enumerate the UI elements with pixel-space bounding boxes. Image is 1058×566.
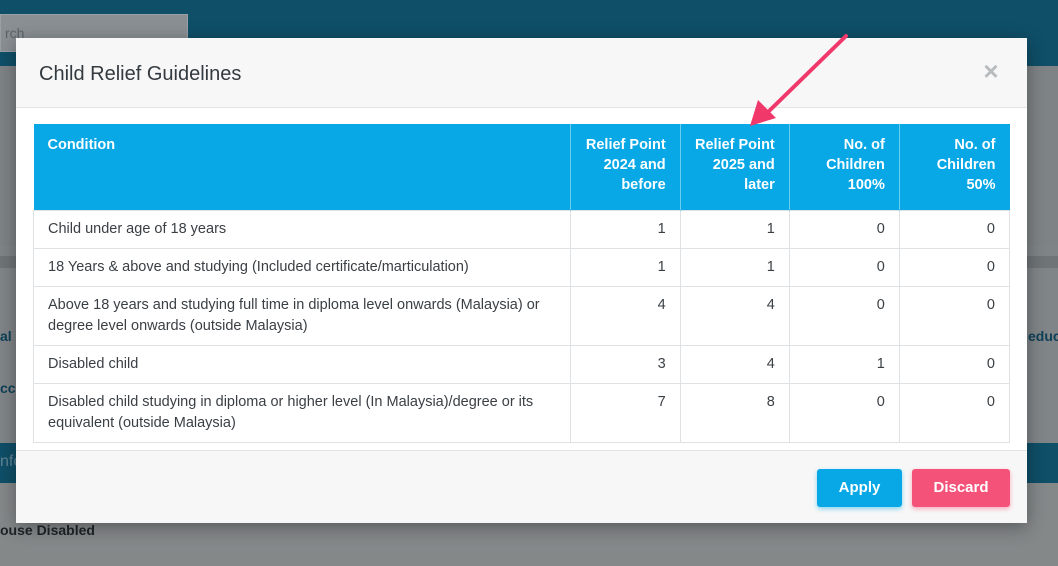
table-header-row: Condition Relief Point 2024 and before R… [33, 124, 1010, 210]
column-header-condition: Condition [33, 124, 571, 210]
cell-relief-2024: 7 [569, 382, 681, 443]
apply-button[interactable]: Apply [817, 469, 902, 507]
modal-title: Child Relief Guidelines [39, 63, 242, 85]
cell-relief-2025: 8 [679, 382, 790, 443]
close-icon[interactable]: × [980, 58, 1002, 84]
cell-relief-2024: 3 [569, 344, 681, 384]
table-row: Above 18 years and studying full time in… [33, 285, 1011, 346]
cell-relief-2025: 1 [679, 247, 790, 287]
cell-children-50: 0 [898, 344, 1011, 384]
cell-children-50: 0 [898, 382, 1011, 443]
cell-relief-2024: 1 [569, 209, 681, 249]
cell-relief-2024: 4 [569, 285, 681, 346]
cell-condition: Above 18 years and studying full time in… [33, 285, 571, 346]
guidelines-table-wrapper: Condition Relief Point 2024 and before R… [33, 124, 1011, 443]
background-field-label: ouse Disabled [0, 522, 95, 538]
cell-children-50: 0 [898, 285, 1011, 346]
discard-button[interactable]: Discard [912, 469, 1010, 507]
child-relief-modal: Child Relief Guidelines × Condition Reli… [16, 38, 1027, 523]
table-row: Disabled child 3 4 1 0 [33, 344, 1011, 384]
background-label: educ [1028, 328, 1058, 344]
cell-children-100: 0 [788, 247, 900, 287]
table-row: Child under age of 18 years 1 1 0 0 [33, 209, 1011, 249]
cell-condition: Disabled child [33, 344, 571, 384]
table-row: 18 Years & above and studying (Included … [33, 247, 1011, 287]
modal-header: Child Relief Guidelines × [16, 38, 1027, 108]
column-header-children-100: No. of Children 100% [789, 124, 900, 210]
cell-relief-2025: 4 [679, 285, 790, 346]
cell-relief-2024: 1 [569, 247, 681, 287]
cell-condition: Disabled child studying in diploma or hi… [33, 382, 571, 443]
cell-condition: 18 Years & above and studying (Included … [33, 247, 571, 287]
cell-children-100: 0 [788, 285, 900, 346]
cell-condition: Child under age of 18 years [33, 209, 571, 249]
cell-relief-2025: 4 [679, 344, 790, 384]
column-header-relief-2024: Relief Point 2024 and before [570, 124, 681, 210]
cell-children-50: 0 [898, 247, 1011, 287]
cell-relief-2025: 1 [679, 209, 790, 249]
cell-children-50: 0 [898, 209, 1011, 249]
table-row: Disabled child studying in diploma or hi… [33, 382, 1011, 443]
column-header-children-50: No. of Children 50% [899, 124, 1010, 210]
cell-children-100: 0 [788, 209, 900, 249]
cell-children-100: 1 [788, 344, 900, 384]
modal-footer: Apply Discard [16, 450, 1027, 523]
cell-children-100: 0 [788, 382, 900, 443]
column-header-relief-2025: Relief Point 2025 and later [680, 124, 790, 210]
guidelines-table: Condition Relief Point 2024 and before R… [33, 124, 1011, 443]
background-label: cc [0, 380, 16, 396]
